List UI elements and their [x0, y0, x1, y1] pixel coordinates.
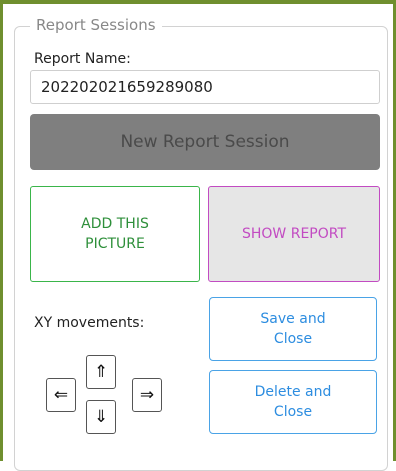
new-report-session-button[interactable]: New Report Session	[30, 114, 380, 170]
delete-and-close-label: Delete and Close	[254, 384, 332, 420]
move-up-button[interactable]: ⇑	[86, 355, 116, 389]
move-left-button[interactable]: ⇐	[46, 378, 76, 412]
xy-movements-label: XY movements:	[34, 315, 145, 331]
save-and-close-label: Save and Close	[260, 311, 326, 347]
save-and-close-button[interactable]: Save and Close	[209, 297, 377, 361]
report-name-label: Report Name:	[34, 51, 131, 67]
arrow-up-icon: ⇑	[93, 362, 109, 382]
add-picture-label: ADD THIS PICTURE	[81, 216, 149, 252]
show-report-label: SHOW REPORT	[241, 226, 347, 242]
report-name-input[interactable]	[30, 70, 380, 104]
arrow-down-icon: ⇓	[93, 407, 109, 427]
arrow-left-icon: ⇐	[53, 385, 69, 405]
add-picture-button[interactable]: ADD THIS PICTURE	[30, 186, 200, 282]
delete-and-close-button[interactable]: Delete and Close	[209, 370, 377, 434]
show-report-button[interactable]: SHOW REPORT	[208, 186, 380, 282]
move-down-button[interactable]: ⇓	[86, 400, 116, 434]
arrow-right-icon: ⇒	[139, 385, 155, 405]
move-right-button[interactable]: ⇒	[132, 378, 162, 412]
group-legend: Report Sessions	[30, 16, 162, 34]
